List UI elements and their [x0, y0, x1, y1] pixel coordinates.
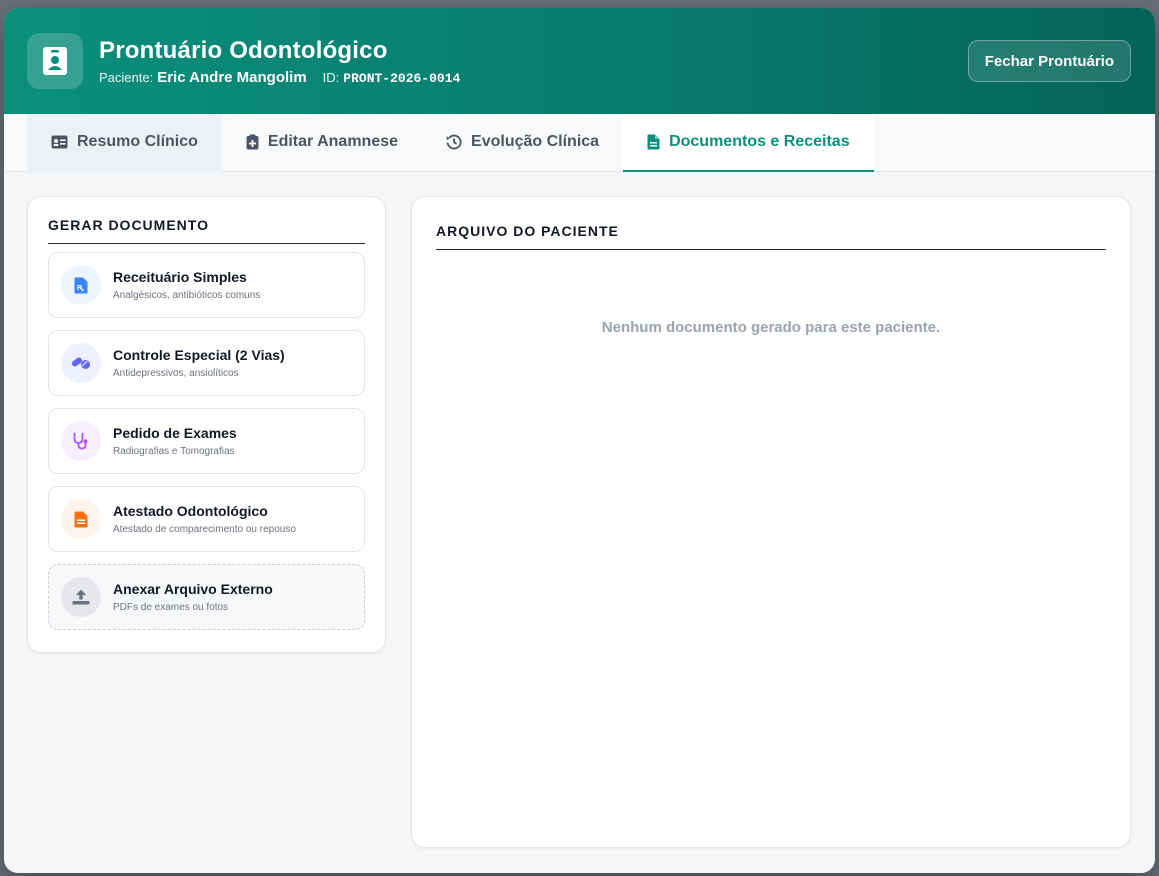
- tab-evolucao-clinica[interactable]: Evolução Clínica: [422, 114, 623, 172]
- tab-label: Editar Anamnese: [267, 133, 399, 150]
- history-icon: [446, 134, 462, 150]
- tab-content: GERAR DOCUMENTO R x Receituário Simples …: [4, 172, 1155, 873]
- record-id-value: PRONT-2026-0014: [343, 71, 461, 86]
- tab-bar: Resumo Clínico Editar Anamnese Evolução …: [4, 114, 1155, 172]
- doc-subtitle: PDFs de exames ou fotos: [113, 602, 229, 613]
- patient-name: Eric Andre Mangolim: [157, 69, 307, 86]
- pills-icon: [61, 343, 101, 383]
- stethoscope-icon: [61, 421, 101, 461]
- doc-title: Controle Especial (2 Vias): [113, 347, 285, 363]
- doc-title: Atestado Odontológico: [113, 503, 268, 519]
- doc-receituario-simples[interactable]: R x Receituário Simples Analgésicos, ant…: [48, 252, 365, 318]
- tab-label: Documentos e Receitas: [669, 133, 850, 150]
- tab-editar-anamnese[interactable]: Editar Anamnese: [222, 114, 422, 172]
- doc-title: Anexar Arquivo Externo: [113, 581, 273, 597]
- patient-archive-panel: ARQUIVO DO PACIENTE Nenhum documento ger…: [411, 196, 1131, 848]
- doc-subtitle: Antidepressivos, ansiolíticos: [113, 368, 239, 379]
- patient-info: Paciente: Eric Andre Mangolim ID: PRONT-…: [99, 69, 968, 86]
- modal-header: Prontuário Odontológico Paciente: Eric A…: [4, 8, 1155, 114]
- doc-controle-especial[interactable]: Controle Especial (2 Vias) Antidepressiv…: [48, 330, 365, 396]
- doc-atestado-odontologico[interactable]: Atestado Odontológico Atestado de compar…: [48, 486, 365, 552]
- tab-label: Resumo Clínico: [77, 133, 198, 150]
- generate-document-title: GERAR DOCUMENTO: [48, 217, 365, 244]
- document-type-list: R x Receituário Simples Analgésicos, ant…: [48, 252, 365, 630]
- doc-subtitle: Atestado de comparecimento ou repouso: [113, 524, 296, 535]
- header-text: Prontuário Odontológico Paciente: Eric A…: [99, 36, 968, 86]
- doc-pedido-exames[interactable]: Pedido de Exames Radiografias e Tomograf…: [48, 408, 365, 474]
- doc-title: Receituário Simples: [113, 269, 247, 285]
- prescription-icon: R x: [61, 265, 101, 305]
- document-icon: [647, 134, 660, 150]
- upload-icon: [61, 577, 101, 617]
- id-card-icon: [51, 135, 68, 149]
- patient-label: Paciente:: [99, 70, 154, 85]
- tab-label: Evolução Clínica: [471, 133, 600, 150]
- generate-document-panel: GERAR DOCUMENTO R x Receituário Simples …: [27, 196, 386, 653]
- doc-subtitle: Radiografias e Tomografias: [113, 446, 235, 457]
- patient-archive-title: ARQUIVO DO PACIENTE: [436, 223, 1106, 250]
- clipboard-plus-icon: [246, 134, 259, 150]
- page-title: Prontuário Odontológico: [99, 37, 388, 64]
- record-id-label: ID:: [322, 70, 340, 85]
- svg-text:x: x: [81, 287, 84, 293]
- id-badge-icon: [27, 33, 83, 89]
- tab-documentos-receitas[interactable]: Documentos e Receitas: [623, 114, 874, 172]
- close-record-button[interactable]: Fechar Prontuário: [967, 40, 1131, 82]
- doc-title: Pedido de Exames: [113, 425, 237, 441]
- patient-record-modal: Prontuário Odontológico Paciente: Eric A…: [4, 8, 1155, 873]
- certificate-icon: [61, 499, 101, 539]
- empty-state-message: Nenhum documento gerado para este pacien…: [601, 319, 941, 336]
- doc-subtitle: Analgésicos, antibióticos comuns: [113, 290, 261, 301]
- tab-resumo-clinico[interactable]: Resumo Clínico: [27, 114, 222, 172]
- doc-anexar-arquivo[interactable]: Anexar Arquivo Externo PDFs de exames ou…: [48, 564, 365, 630]
